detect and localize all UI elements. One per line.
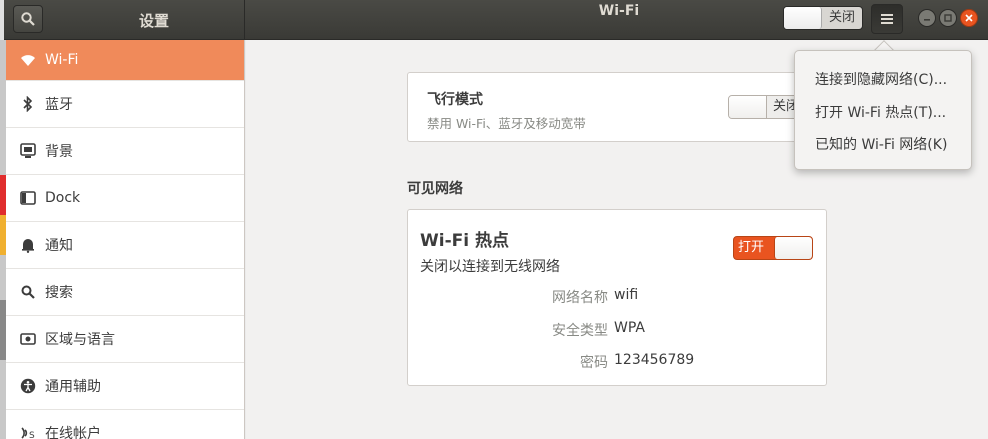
search-icon — [21, 12, 35, 26]
bell-icon — [18, 235, 38, 255]
hotspot-switch[interactable]: 打开 — [733, 236, 813, 260]
sidebar-item-wifi[interactable]: Wi-Fi — [6, 40, 244, 81]
sidebar: Wi-Fi 蓝牙 背景 Dock 通知 搜索 区域与语言 通用辅助 S 在线帐户 — [6, 40, 245, 439]
svg-text:S: S — [29, 431, 35, 439]
sidebar-item-label: 搜索 — [45, 285, 73, 301]
airplane-mode-title: 飞行模式 — [427, 92, 483, 108]
hamburger-icon — [881, 14, 893, 24]
sidebar-item-label: 蓝牙 — [45, 97, 73, 113]
airplane-switch-knob — [729, 96, 767, 118]
visible-networks-heading: 可见网络 — [407, 181, 463, 197]
row-value: wifi — [614, 287, 639, 303]
hotspot-switch-knob — [774, 237, 812, 259]
sidebar-item-label: Dock — [45, 190, 81, 206]
menu-item-connect-hidden[interactable]: 连接到隐藏网络(C)... — [815, 69, 947, 89]
row-key: 安全类型 — [552, 323, 608, 339]
sidebar-item-label: 背景 — [45, 144, 73, 160]
region-icon — [18, 329, 38, 349]
header-bar: 设置 Wi-Fi 关闭 — [4, 0, 988, 40]
airplane-mode-panel: 飞行模式 禁用 Wi-Fi、蓝牙及移动宽带 关闭 — [407, 72, 827, 142]
hotspot-panel: Wi-Fi 热点 关闭以连接到无线网络 打开 网络名称 wifi 安全类型 WP… — [407, 209, 827, 386]
row-key: 网络名称 — [552, 290, 608, 306]
sidebar-item-online-accounts[interactable]: S 在线帐户 — [6, 410, 244, 439]
wifi-menu-popover: 连接到隐藏网络(C)... 打开 Wi-Fi 热点(T)... 已知的 Wi-F… — [794, 50, 972, 170]
sidebar-title: 设置 — [138, 12, 169, 30]
bluetooth-icon — [18, 94, 38, 114]
row-value: 123456789 — [614, 352, 695, 368]
row-value: WPA — [614, 320, 645, 336]
row-key: 密码 — [580, 355, 608, 371]
sidebar-item-label: Wi-Fi — [45, 52, 79, 68]
wifi-switch[interactable]: 关闭 — [783, 6, 863, 30]
sidebar-item-notifications[interactable]: 通知 — [6, 222, 244, 269]
wifi-icon — [18, 50, 38, 70]
sidebar-item-bluetooth[interactable]: 蓝牙 — [6, 81, 244, 128]
sidebar-item-background[interactable]: 背景 — [6, 128, 244, 175]
hotspot-row-network-name: 网络名称 wifi — [408, 287, 828, 307]
sidebar-item-region-language[interactable]: 区域与语言 — [6, 316, 244, 363]
sidebar-item-dock[interactable]: Dock — [6, 175, 244, 222]
search-button[interactable] — [13, 5, 43, 33]
sidebar-item-label: 通知 — [45, 238, 73, 254]
wifi-switch-knob — [784, 7, 822, 29]
page-title: Wi-Fi — [598, 3, 640, 19]
hotspot-subtitle: 关闭以连接到无线网络 — [420, 259, 560, 275]
sidebar-item-label: 在线帐户 — [45, 426, 101, 439]
airplane-mode-subtitle: 禁用 Wi-Fi、蓝牙及移动宽带 — [427, 116, 586, 131]
sidebar-item-search[interactable]: 搜索 — [6, 269, 244, 316]
sidebar-item-label: 区域与语言 — [45, 332, 115, 348]
maximize-icon — [944, 14, 952, 22]
online-accounts-icon: S — [18, 423, 38, 439]
window-controls — [918, 9, 978, 27]
sidebar-item-label: 通用辅助 — [45, 379, 101, 395]
dock-icon — [18, 188, 38, 208]
hotspot-switch-label: 打开 — [738, 240, 765, 255]
close-icon — [965, 14, 973, 22]
hotspot-title: Wi-Fi 热点 — [420, 231, 509, 251]
minimize-button[interactable] — [918, 9, 936, 27]
sidebar-item-accessibility[interactable]: 通用辅助 — [6, 363, 244, 410]
wifi-switch-label: 关闭 — [828, 10, 855, 25]
close-button[interactable] — [960, 9, 978, 27]
accessibility-icon — [18, 376, 38, 396]
menu-item-known-networks[interactable]: 已知的 Wi-Fi 网络(K) — [815, 134, 947, 154]
minimize-icon — [924, 19, 930, 21]
hotspot-row-security: 安全类型 WPA — [408, 320, 828, 340]
search-icon — [18, 282, 38, 302]
maximize-button[interactable] — [939, 9, 957, 27]
menu-item-turn-on-hotspot[interactable]: 打开 Wi-Fi 热点(T)... — [815, 102, 946, 122]
background-icon — [18, 141, 38, 161]
menu-button[interactable] — [871, 4, 903, 34]
hotspot-row-password: 密码 123456789 — [408, 352, 828, 372]
